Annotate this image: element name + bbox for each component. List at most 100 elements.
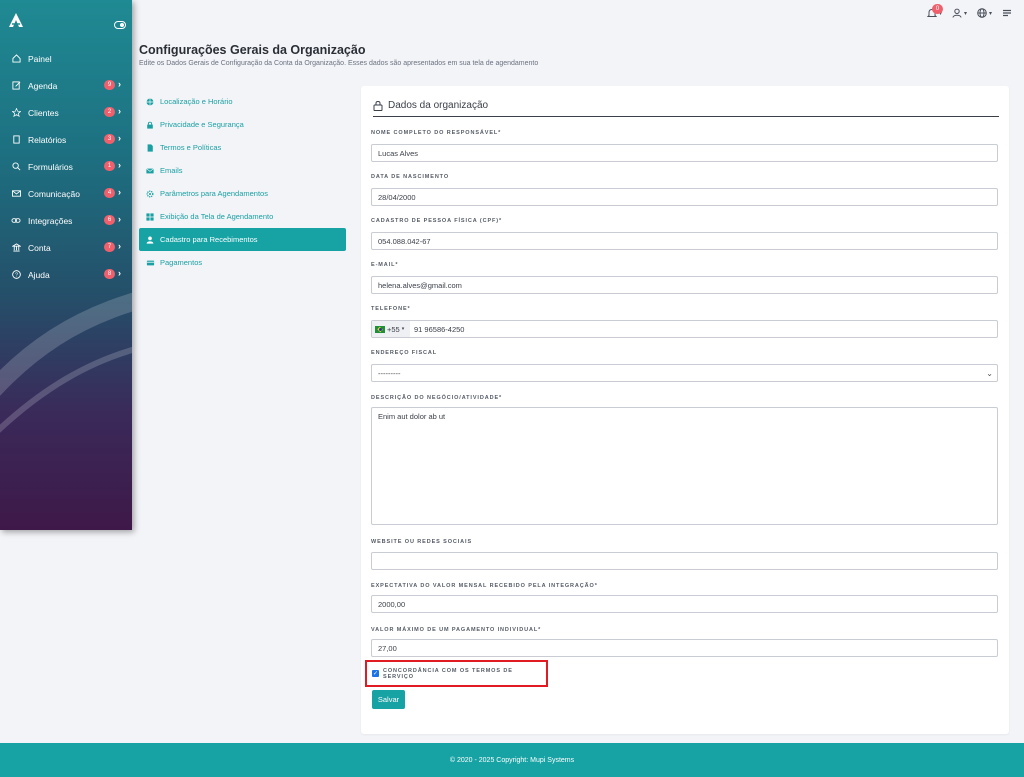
description-textarea[interactable]: Enim aut dolor ab ut [371,407,998,525]
count-badge: 2 [104,107,115,117]
home-icon [10,53,22,65]
field-label-expectativa: EXPECTATIVA DO VALOR MENSAL RECEBIDO PEL… [371,583,598,589]
chevron-down-icon: ⌄ [986,369,993,378]
language-menu-button[interactable]: ▾ [977,8,992,18]
chevron-down-icon: ▾ [963,10,967,17]
gear-icon [146,190,155,198]
sidebar-item-label: Comunicação [28,188,80,199]
field-label-nome: NOME COMPLETO DO RESPONSÁVEL* [371,130,502,136]
birthdate-field[interactable]: 28/04/2000 [371,188,998,206]
sidebar-item-label: Ajuda [28,269,50,280]
terms-agreement-highlight: ✓ CONCORDÂNCIA COM OS TERMOS DE SERVIÇO [365,660,548,687]
chevron-right-icon: › [118,187,121,197]
terms-label[interactable]: CONCORDÂNCIA COM OS TERMOS DE SERVIÇO [383,668,546,680]
expected-monthly-value-field[interactable]: 2000,00 [371,595,998,613]
sidebar-item-painel[interactable]: Painel [0,45,132,72]
submenu-item-pagamentos[interactable]: Pagamentos [139,251,346,274]
chevron-right-icon: › [118,241,121,251]
country-code-select[interactable]: +55 ▾ [372,321,410,337]
svg-text:?: ? [15,273,18,279]
submenu-item-label: Exibição da Tela de Agendamento [160,212,274,221]
sidebar-item-comunicacao[interactable]: Comunicação 4 › [0,180,132,207]
max-payment-field[interactable]: 27,00 [371,639,998,657]
settings-submenu: Localização e Horário Privacidade e Segu… [139,90,346,274]
star-icon [10,107,22,119]
mail-icon [10,188,22,200]
cpf-field[interactable]: 054.088.042-67 [371,232,998,250]
chevron-right-icon: › [118,133,121,143]
chevron-down-icon: ▾ [988,10,992,17]
menu-button[interactable] [1002,8,1012,18]
sidebar-item-label: Formulários [28,161,73,172]
chevron-right-icon: › [118,214,121,224]
submenu-item-label: Cadastro para Recebimentos [160,235,258,244]
hamburger-icon [1003,9,1011,17]
submenu-item-label: Termos e Políticas [160,143,222,152]
user-menu-button[interactable]: ▾ [952,8,967,18]
submenu-item-privacidade[interactable]: Privacidade e Segurança [139,113,346,136]
sidebar-item-label: Integrações [28,215,73,226]
grid-icon [146,212,155,221]
link-icon [10,215,22,227]
lock-icon [373,101,383,111]
count-badge: 1 [104,161,115,171]
submenu-item-cadastro-recebimentos[interactable]: Cadastro para Recebimentos [139,228,346,251]
submenu-item-emails[interactable]: Emails [139,159,346,182]
app-logo[interactable] [8,12,24,33]
phone-value: 91 96586-4250 [414,325,465,334]
notifications-button[interactable]: 0 ▾ [926,4,943,18]
chevron-down-icon: ▾ [401,326,405,332]
help-icon: ? [10,269,22,281]
submenu-item-parametros[interactable]: Parâmetros para Agendamentos [139,182,346,205]
sidebar-item-relatorios[interactable]: Relatórios 3 › [0,126,132,153]
organization-data-card: Dados da organização NOME COMPLETO DO RE… [361,86,1009,734]
count-badge: 8 [104,269,115,279]
sidebar-item-label: Clientes [28,107,59,118]
sidebar-item-conta[interactable]: Conta 7 › [0,234,132,261]
submenu-item-label: Privacidade e Segurança [160,120,244,129]
lock-icon [146,121,155,129]
chevron-right-icon: › [118,79,121,89]
terms-checkbox[interactable]: ✓ [372,670,379,677]
submenu-item-termos[interactable]: Termos e Políticas [139,136,346,159]
sidebar-toggle-icon[interactable] [114,16,126,34]
nome-field[interactable]: Lucas Alves [371,144,998,162]
globe-icon [977,8,987,18]
footer: © 2020 - 2025 Copyright: Mupi Systems [0,743,1024,777]
save-button[interactable]: Salvar [372,690,405,709]
sidebar-item-agenda[interactable]: Agenda 9 › [0,72,132,99]
sidebar-item-clientes[interactable]: Clientes 2 › [0,99,132,126]
email-field[interactable]: helena.alves@gmail.com [371,276,998,294]
topbar-actions: 0 ▾ ▾ ▾ [926,4,1012,18]
submenu-item-localizacao[interactable]: Localização e Horário [139,90,346,113]
count-badge: 3 [104,134,115,144]
fiscal-address-select[interactable]: --------- ⌄ [371,364,998,382]
chevron-right-icon: › [118,268,121,278]
field-label-cpf: CADASTRO DE PESSOA FÍSICA (CPF)* [371,218,503,224]
website-field[interactable] [371,552,998,570]
chevron-right-icon: › [118,160,121,170]
brand-link[interactable]: Mupi Systems [530,757,574,764]
copyright-text: © 2020 - 2025 Copyright: [449,756,529,764]
sidebar-item-label: Conta [28,242,51,253]
submenu-item-label: Parâmetros para Agendamentos [160,189,268,198]
country-code: +55 [387,324,400,334]
envelope-icon [146,167,155,175]
submenu-item-label: Emails [160,166,183,175]
field-label-endereco: ENDEREÇO FISCAL [371,350,438,356]
phone-field[interactable]: +55 ▾ 91 96586-4250 [371,320,998,338]
sidebar-item-label: Relatórios [28,134,67,145]
sidebar-item-ajuda[interactable]: ? Ajuda 8 › [0,261,132,288]
chevron-right-icon: › [118,106,121,116]
sidebar-nav: Painel Agenda 9 › Clientes 2 › Relatório… [0,45,132,288]
field-label-email: E-MAIL* [371,262,399,268]
card-title: Dados da organização [388,100,489,111]
sidebar-item-integracoes[interactable]: Integrações 6 › [0,207,132,234]
sidebar-item-formularios[interactable]: Formulários 1 › [0,153,132,180]
user-icon [952,8,962,18]
submenu-item-exibicao[interactable]: Exibição da Tela de Agendamento [139,205,346,228]
select-value: --------- [378,369,401,378]
submenu-item-label: Localização e Horário [160,97,233,106]
document-icon [146,143,155,152]
field-label-nascimento: DATA DE NASCIMENTO [371,174,450,180]
